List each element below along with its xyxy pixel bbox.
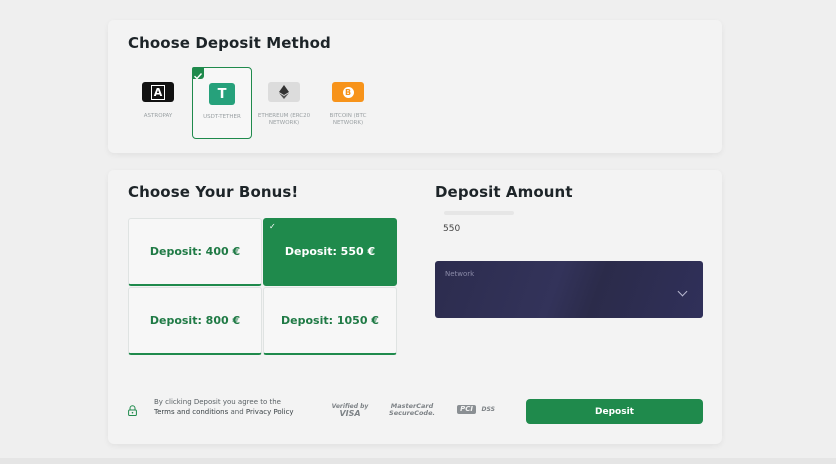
- bonus-option-1050[interactable]: Deposit: 1050 €: [263, 287, 397, 355]
- selected-check-icon: [192, 67, 204, 80]
- tether-logo-icon: T: [209, 83, 235, 105]
- method-label: ETHEREUM (ERC20 NETWORK): [257, 113, 311, 126]
- bonus-and-amount-card: Choose Your Bonus! Deposit: 400 € ✓ Depo…: [108, 170, 722, 444]
- method-label: ASTROPAY: [143, 113, 173, 119]
- method-label: USDT-TETHER: [203, 114, 241, 120]
- lock-icon: [128, 405, 137, 416]
- mastercard-securecode-logo: MasterCard SecureCode.: [389, 402, 435, 417]
- bonus-option-400[interactable]: Deposit: 400 €: [128, 218, 262, 286]
- bonus-option-800[interactable]: Deposit: 800 €: [128, 287, 262, 355]
- terms-notice: By clicking Deposit you agree to the Ter…: [154, 398, 294, 416]
- amount-input[interactable]: 550: [435, 218, 703, 240]
- pci-dss-logo: PCI DSS: [456, 402, 496, 414]
- chevron-down-icon: [677, 286, 688, 297]
- network-select[interactable]: Network: [435, 261, 703, 318]
- bonus-title: Choose Your Bonus!: [128, 183, 299, 201]
- method-usdt-tether[interactable]: T USDT-TETHER: [192, 67, 252, 139]
- method-astropay[interactable]: A ASTROPAY: [128, 67, 188, 139]
- check-icon: ✓: [269, 222, 276, 231]
- verified-by-visa-logo: Verified by VISA: [331, 403, 369, 418]
- astropay-logo-icon: A: [142, 82, 174, 102]
- method-ethereum[interactable]: ETHEREUM (ERC20 NETWORK): [254, 67, 314, 139]
- deposit-method-title: Choose Deposit Method: [128, 34, 331, 52]
- bottom-divider: [0, 458, 836, 464]
- network-label: Network: [445, 270, 475, 278]
- deposit-button[interactable]: Deposit: [526, 399, 703, 424]
- deposit-amount-title: Deposit Amount: [435, 183, 573, 201]
- terms-link[interactable]: Terms and conditions: [154, 408, 228, 416]
- method-label: BITCOIN (BTC NETWORK): [329, 113, 367, 126]
- privacy-link[interactable]: Privacy Policy: [246, 408, 294, 416]
- amount-field-label: [444, 211, 514, 215]
- method-bitcoin[interactable]: B BITCOIN (BTC NETWORK): [318, 67, 378, 139]
- bitcoin-logo-icon: B: [332, 82, 364, 102]
- ethereum-logo-icon: [268, 82, 300, 102]
- bonus-option-550[interactable]: ✓ Deposit: 550 €: [263, 218, 397, 286]
- deposit-method-card: Choose Deposit Method A ASTROPAY T USDT-…: [108, 20, 722, 153]
